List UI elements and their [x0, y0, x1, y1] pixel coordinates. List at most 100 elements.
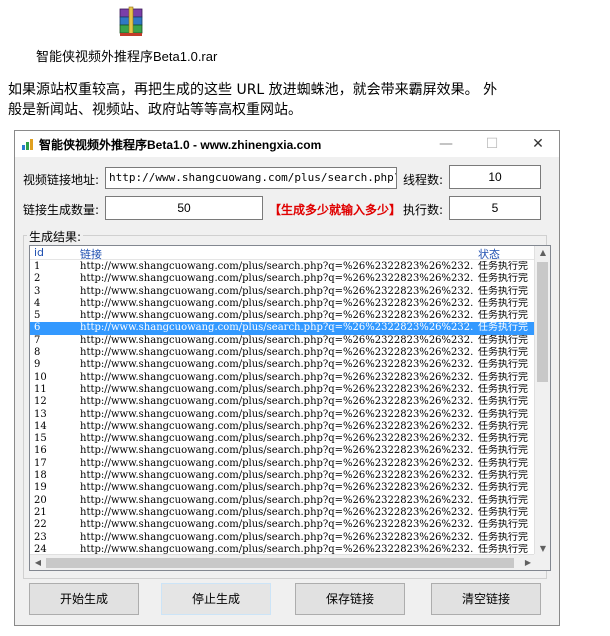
- table-row[interactable]: 16 http://www.shangcuowang.com/plus/searc…: [30, 445, 536, 457]
- count-input[interactable]: 50: [105, 196, 263, 220]
- table-row[interactable]: 1 http://www.shangcuowang.com/plus/search…: [30, 261, 536, 273]
- cell-id: 16: [34, 445, 47, 457]
- minimize-button[interactable]: —: [423, 131, 469, 157]
- cell-id: 8: [34, 347, 41, 359]
- cell-id: 21: [34, 506, 47, 518]
- cell-status: 任务执行完: [478, 445, 528, 457]
- clear-links-button[interactable]: 清空链接: [431, 583, 541, 615]
- table-row[interactable]: 15 http://www.shangcuowang.com/plus/searc…: [30, 433, 536, 445]
- cell-id: 9: [34, 359, 41, 371]
- cell-id: 10: [34, 371, 47, 383]
- count-hint: 【生成多少就输入多少】: [269, 203, 402, 217]
- cell-link: http://www.shangcuowang.com/plus/search.…: [80, 383, 474, 395]
- cell-link: http://www.shangcuowang.com/plus/search.…: [80, 297, 474, 309]
- cell-link: http://www.shangcuowang.com/plus/search.…: [80, 457, 474, 469]
- cell-link: http://www.shangcuowang.com/plus/search.…: [80, 445, 474, 457]
- cell-link: http://www.shangcuowang.com/plus/search.…: [80, 273, 474, 285]
- title-bar[interactable]: 智能侠视频外推程序Beta1.0 - www.zhinengxia.com — …: [15, 131, 559, 157]
- list-rows: 1 http://www.shangcuowang.com/plus/search…: [30, 261, 536, 556]
- header-link[interactable]: 链接: [80, 246, 102, 262]
- table-row[interactable]: 3 http://www.shangcuowang.com/plus/search…: [30, 286, 536, 298]
- start-generate-button[interactable]: 开始生成: [29, 583, 139, 615]
- threads-label: 线程数:: [403, 173, 444, 187]
- cell-status: 任务执行完: [478, 347, 528, 359]
- cell-id: 14: [34, 420, 47, 432]
- maximize-button[interactable]: ☐: [469, 131, 515, 157]
- header-status[interactable]: 状态: [478, 246, 500, 262]
- cell-id: 22: [34, 519, 47, 531]
- table-row[interactable]: 12 http://www.shangcuowang.com/plus/searc…: [30, 396, 536, 408]
- table-row[interactable]: 10 http://www.shangcuowang.com/plus/searc…: [30, 372, 536, 384]
- table-row[interactable]: 6 http://www.shangcuowang.com/plus/search…: [30, 322, 536, 335]
- cell-id: 6: [34, 322, 41, 334]
- app-logo-icon: [22, 139, 33, 150]
- cell-id: 17: [34, 457, 47, 469]
- cell-status: 任务执行完: [478, 408, 528, 420]
- cell-link: http://www.shangcuowang.com/plus/search.…: [80, 470, 474, 482]
- horizontal-scroll-thumb[interactable]: [46, 558, 514, 568]
- cell-link: http://www.shangcuowang.com/plus/search.…: [80, 506, 474, 518]
- link-label: 视频链接地址:: [23, 173, 100, 187]
- cell-id: 13: [34, 408, 47, 420]
- cell-status: 任务执行完: [478, 470, 528, 482]
- scroll-up-icon[interactable]: ▲: [535, 246, 550, 260]
- cell-link: http://www.shangcuowang.com/plus/search.…: [80, 494, 474, 506]
- article-text: 如果源站权重较高，再把生成的这些 URL 放进蜘蛛池，就会带来霸屏效果。 外 般…: [8, 80, 610, 120]
- rar-archive-icon[interactable]: [118, 6, 144, 38]
- table-row[interactable]: 14 http://www.shangcuowang.com/plus/searc…: [30, 421, 536, 433]
- exec-input[interactable]: 5: [449, 196, 541, 220]
- horizontal-scrollbar[interactable]: ◀ ▶: [30, 554, 536, 570]
- vertical-scrollbar[interactable]: ▲ ▼: [534, 246, 550, 556]
- cell-status: 任务执行完: [478, 322, 528, 334]
- header-id[interactable]: id: [34, 246, 44, 259]
- table-row[interactable]: 21 http://www.shangcuowang.com/plus/searc…: [30, 507, 536, 519]
- file-caption[interactable]: 智能侠视频外推程序Beta1.0.rar: [36, 46, 217, 65]
- video-link-input[interactable]: http://www.shangcuowang.com/plus/search.…: [105, 167, 397, 189]
- cell-id: 5: [34, 310, 41, 322]
- stop-generate-button[interactable]: 停止生成: [161, 583, 271, 615]
- cell-id: 23: [34, 531, 47, 543]
- table-row[interactable]: 17 http://www.shangcuowang.com/plus/searc…: [30, 458, 536, 470]
- table-row[interactable]: 13 http://www.shangcuowang.com/plus/searc…: [30, 409, 536, 421]
- scroll-left-icon[interactable]: ◀: [30, 555, 46, 570]
- table-row[interactable]: 5 http://www.shangcuowang.com/plus/search…: [30, 310, 536, 322]
- list-header: id 链接 状态: [30, 246, 536, 262]
- article-line-1: 如果源站权重较高，再把生成的这些 URL 放进蜘蛛池，就会带来霸屏效果。 外: [8, 82, 498, 98]
- table-row[interactable]: 23 http://www.shangcuowang.com/plus/searc…: [30, 532, 536, 544]
- cell-link: http://www.shangcuowang.com/plus/search.…: [80, 334, 474, 346]
- cell-id: 2: [34, 273, 41, 285]
- vertical-scroll-thumb[interactable]: [537, 262, 548, 382]
- cell-status: 任务执行完: [478, 433, 528, 445]
- scroll-corner: [534, 554, 550, 570]
- table-row[interactable]: 19 http://www.shangcuowang.com/plus/searc…: [30, 482, 536, 494]
- table-row[interactable]: 18 http://www.shangcuowang.com/plus/searc…: [30, 470, 536, 482]
- table-row[interactable]: 9 http://www.shangcuowang.com/plus/search…: [30, 359, 536, 371]
- results-list[interactable]: id 链接 状态 1 http://www.shangcuowang.com/pl…: [29, 245, 551, 571]
- close-button[interactable]: ✕: [515, 131, 561, 157]
- cell-link: http://www.shangcuowang.com/plus/search.…: [80, 408, 474, 420]
- cell-status: 任务执行完: [478, 297, 528, 309]
- cell-status: 任务执行完: [478, 396, 528, 408]
- cell-status: 任务执行完: [478, 310, 528, 322]
- cell-status: 任务执行完: [478, 285, 528, 297]
- table-row[interactable]: 11 http://www.shangcuowang.com/plus/searc…: [30, 384, 536, 396]
- cell-link: http://www.shangcuowang.com/plus/search.…: [80, 322, 474, 334]
- save-links-button[interactable]: 保存链接: [295, 583, 405, 615]
- table-row[interactable]: 8 http://www.shangcuowang.com/plus/search…: [30, 347, 536, 359]
- count-label: 链接生成数量:: [23, 203, 100, 217]
- cell-id: 19: [34, 482, 47, 494]
- cell-status: 任务执行完: [478, 482, 528, 494]
- cell-link: http://www.shangcuowang.com/plus/search.…: [80, 420, 474, 432]
- cell-link: http://www.shangcuowang.com/plus/search.…: [80, 310, 474, 322]
- threads-input[interactable]: 10: [449, 165, 541, 189]
- cell-link: http://www.shangcuowang.com/plus/search.…: [80, 433, 474, 445]
- table-row[interactable]: 2 http://www.shangcuowang.com/plus/search…: [30, 273, 536, 285]
- cell-status: 任务执行完: [478, 273, 528, 285]
- table-row[interactable]: 7 http://www.shangcuowang.com/plus/search…: [30, 335, 536, 347]
- cell-status: 任务执行完: [478, 383, 528, 395]
- cell-link: http://www.shangcuowang.com/plus/search.…: [80, 371, 474, 383]
- table-row[interactable]: 22 http://www.shangcuowang.com/plus/searc…: [30, 519, 536, 531]
- cell-status: 任务执行完: [478, 261, 528, 272]
- table-row[interactable]: 4 http://www.shangcuowang.com/plus/search…: [30, 298, 536, 310]
- table-row[interactable]: 20 http://www.shangcuowang.com/plus/searc…: [30, 495, 536, 507]
